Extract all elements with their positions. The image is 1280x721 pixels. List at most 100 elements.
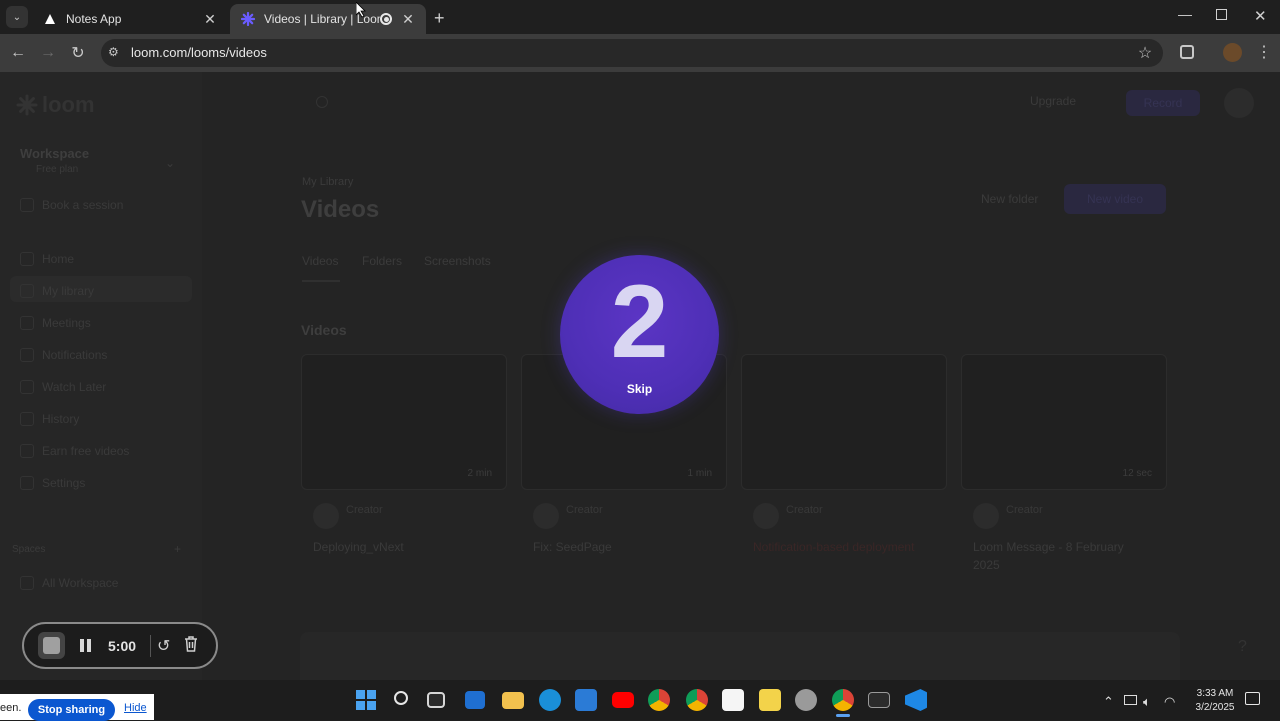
video-title[interactable]: Loom Message - 8 February 2025	[973, 538, 1153, 574]
restore-window-button[interactable]	[1216, 9, 1227, 20]
browser-tab-bar: ⌄ Notes App ✕ Videos | Library | Loom ✕ …	[0, 0, 1280, 34]
sidebar-item-settings[interactable]: Settings	[20, 476, 85, 490]
avatar	[533, 503, 559, 529]
tab-videos[interactable]: Videos	[302, 254, 338, 268]
recording-indicator-icon	[380, 13, 392, 25]
show-hidden-icons-icon[interactable]: ⌃	[1103, 694, 1114, 710]
home-icon	[20, 252, 34, 266]
tab-search-button[interactable]: ⌄	[6, 6, 28, 28]
help-icon[interactable]: ?	[1238, 638, 1247, 656]
minimize-window-button[interactable]: —	[1178, 6, 1192, 22]
wifi-icon[interactable]: ◠	[1164, 694, 1175, 710]
breadcrumb[interactable]: My Library	[302, 176, 353, 188]
file-explorer-icon[interactable]	[502, 692, 524, 709]
new-video-button[interactable]: New video	[1064, 184, 1166, 214]
task-view-icon[interactable]	[427, 692, 445, 708]
chrome-profile-icon[interactable]	[686, 689, 708, 711]
notion-icon[interactable]	[722, 689, 744, 711]
stop-icon	[43, 637, 60, 654]
sidebar-item-notifications[interactable]: Notifications	[20, 348, 107, 362]
video-duration: 12 sec	[1122, 468, 1152, 479]
tab-screenshots[interactable]: Screenshots	[424, 254, 491, 268]
windows-start-icon[interactable]	[356, 690, 376, 710]
terminal-icon[interactable]	[868, 692, 890, 708]
extensions-icon[interactable]	[1180, 45, 1194, 59]
video-card[interactable]: 2 min	[301, 354, 507, 490]
trash-icon[interactable]	[184, 636, 198, 652]
restart-icon[interactable]: ↺	[157, 636, 170, 656]
battery-icon[interactable]	[1124, 695, 1137, 705]
taskbar-date: 3/2/2025	[1195, 702, 1235, 713]
chrome-active-icon[interactable]	[832, 689, 854, 711]
user-avatar[interactable]	[1224, 88, 1254, 118]
search-icon[interactable]	[394, 691, 408, 705]
settings-gear-icon[interactable]	[795, 689, 817, 711]
pause-icon[interactable]	[80, 639, 92, 652]
sidebar-item-watch-later[interactable]: Watch Later	[20, 380, 106, 394]
video-author: Creator	[786, 504, 823, 516]
sidebar-item-history[interactable]: History	[20, 412, 79, 426]
sidebar-item-my-library[interactable]: My library	[20, 284, 94, 298]
divider	[150, 635, 151, 657]
url-text[interactable]: loom.com/looms/videos	[131, 45, 267, 60]
sidebar-item-label: Meetings	[42, 316, 91, 330]
back-button[interactable]: ←	[7, 42, 29, 64]
tab-folders[interactable]: Folders	[362, 254, 402, 268]
loom-favicon-icon	[240, 11, 256, 27]
chevron-down-icon: ⌄	[12, 11, 22, 23]
workspace-chevron-icon[interactable]: ⌄	[165, 156, 175, 170]
taskbar-time: 3:33 AM	[1196, 688, 1234, 699]
close-tab-icon[interactable]: ✕	[202, 11, 218, 28]
video-title[interactable]: Notification-based deployment	[753, 540, 914, 554]
store-icon[interactable]	[575, 689, 597, 711]
loom-logo[interactable]: loom	[16, 92, 95, 118]
video-card[interactable]: 12 sec	[961, 354, 1167, 490]
reload-button[interactable]: ↻	[67, 42, 89, 64]
close-window-button[interactable]: ✕	[1254, 7, 1267, 25]
workspace-name[interactable]: Workspace	[20, 146, 89, 161]
sidebar-item-earn-free-videos[interactable]: Earn free videos	[20, 444, 129, 458]
bell-icon	[20, 348, 34, 362]
forward-button[interactable]: →	[37, 42, 59, 64]
record-button[interactable]: Record	[1126, 90, 1200, 116]
recording-countdown: 2 Skip	[560, 255, 719, 414]
search-icon[interactable]	[316, 96, 328, 108]
video-duration: 2 min	[467, 468, 492, 479]
taskbar-clock[interactable]: 3:33 AM 3/2/2025	[1184, 687, 1246, 715]
sticky-notes-icon[interactable]	[759, 689, 781, 711]
book-session-button[interactable]: Book a session	[20, 198, 123, 212]
sidebar-item-label: Settings	[42, 476, 86, 490]
widgets-icon[interactable]	[465, 691, 485, 709]
new-folder-button[interactable]: New folder	[981, 192, 1038, 206]
active-app-indicator	[836, 714, 850, 717]
tab-title: Notes App	[66, 12, 122, 26]
skip-countdown-button[interactable]: Skip	[560, 382, 719, 396]
chrome-icon[interactable]	[648, 689, 670, 711]
notifications-icon[interactable]	[1245, 692, 1260, 705]
bookmark-star-icon[interactable]: ☆	[1134, 42, 1156, 64]
stop-sharing-button[interactable]: Stop sharing	[28, 699, 115, 721]
hide-sharing-bar-link[interactable]: Hide	[124, 702, 147, 714]
add-space-icon[interactable]: +	[174, 542, 181, 556]
browser-menu-icon[interactable]: ⋮	[1256, 42, 1272, 62]
sidebar-item-meetings[interactable]: Meetings	[20, 316, 91, 330]
new-tab-button[interactable]: +	[434, 8, 445, 29]
profile-avatar[interactable]	[1223, 43, 1242, 62]
sidebar-item-all-workspace[interactable]: All Workspace	[20, 576, 118, 590]
site-info-icon[interactable]: ⚙	[108, 45, 119, 59]
tab-notes-app[interactable]: Notes App ✕	[32, 4, 228, 34]
video-title[interactable]: Fix: SeedPage	[533, 540, 612, 554]
tab-loom-videos[interactable]: Videos | Library | Loom ✕	[230, 4, 426, 34]
video-title[interactable]: Deploying_vNext	[313, 540, 404, 554]
page-title: Videos	[301, 196, 380, 223]
close-tab-icon[interactable]: ✕	[400, 11, 416, 28]
youtube-icon[interactable]	[612, 692, 634, 708]
video-author: Creator	[566, 504, 603, 516]
volume-icon[interactable]: 🔈︎	[1143, 694, 1151, 710]
video-card[interactable]	[741, 354, 947, 490]
sidebar-item-home[interactable]: Home	[20, 252, 74, 266]
recording-controls: 5:00 ↺	[22, 622, 218, 669]
countdown-number: 2	[610, 264, 669, 380]
upgrade-link[interactable]: Upgrade	[1030, 94, 1076, 108]
edge-browser-icon[interactable]	[539, 689, 561, 711]
